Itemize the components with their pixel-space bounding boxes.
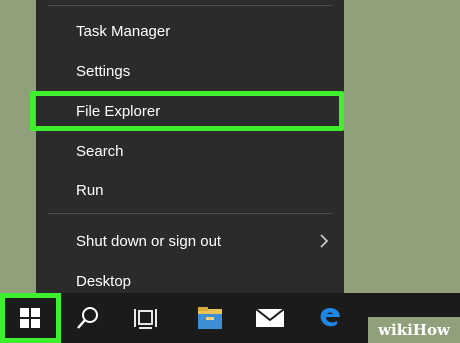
menu-item-label: Settings xyxy=(76,62,131,80)
menu-item-run[interactable]: Run xyxy=(36,172,344,208)
start-button-highlight-box xyxy=(0,293,61,343)
file-explorer-highlight-box xyxy=(30,91,344,131)
search-icon xyxy=(77,307,98,329)
taskbar-search-button[interactable] xyxy=(64,293,112,343)
file-explorer-taskbar-button[interactable] xyxy=(186,293,234,343)
menu-separator xyxy=(48,5,332,6)
wikihow-watermark: wiki How xyxy=(368,317,460,343)
menu-item-label: Desktop xyxy=(76,272,132,290)
menu-item-task-manager[interactable]: Task Manager xyxy=(36,13,344,49)
watermark-part1: wiki xyxy=(378,321,413,339)
menu-item-search[interactable]: Search xyxy=(36,133,344,169)
menu-item-label: Search xyxy=(76,142,124,160)
power-user-context-menu: Task Manager Settings File Explorer Sear… xyxy=(36,0,344,293)
task-view-button[interactable] xyxy=(122,293,170,343)
menu-item-label: Task Manager xyxy=(76,22,171,40)
task-view-icon xyxy=(134,309,157,329)
file-explorer-icon xyxy=(198,307,222,329)
edge-browser-icon xyxy=(320,308,340,327)
menu-separator xyxy=(48,213,332,214)
watermark-part2: How xyxy=(412,321,450,339)
menu-item-label: Run xyxy=(76,181,104,199)
menu-item-label: Shut down or sign out xyxy=(76,232,222,250)
menu-item-shut-down-or-sign-out[interactable]: Shut down or sign out xyxy=(36,223,344,259)
edge-taskbar-button[interactable] xyxy=(306,293,354,343)
mail-taskbar-button[interactable] xyxy=(246,293,294,343)
menu-item-settings[interactable]: Settings xyxy=(36,53,344,89)
chevron-right-icon xyxy=(320,234,329,248)
mail-icon xyxy=(255,308,285,327)
